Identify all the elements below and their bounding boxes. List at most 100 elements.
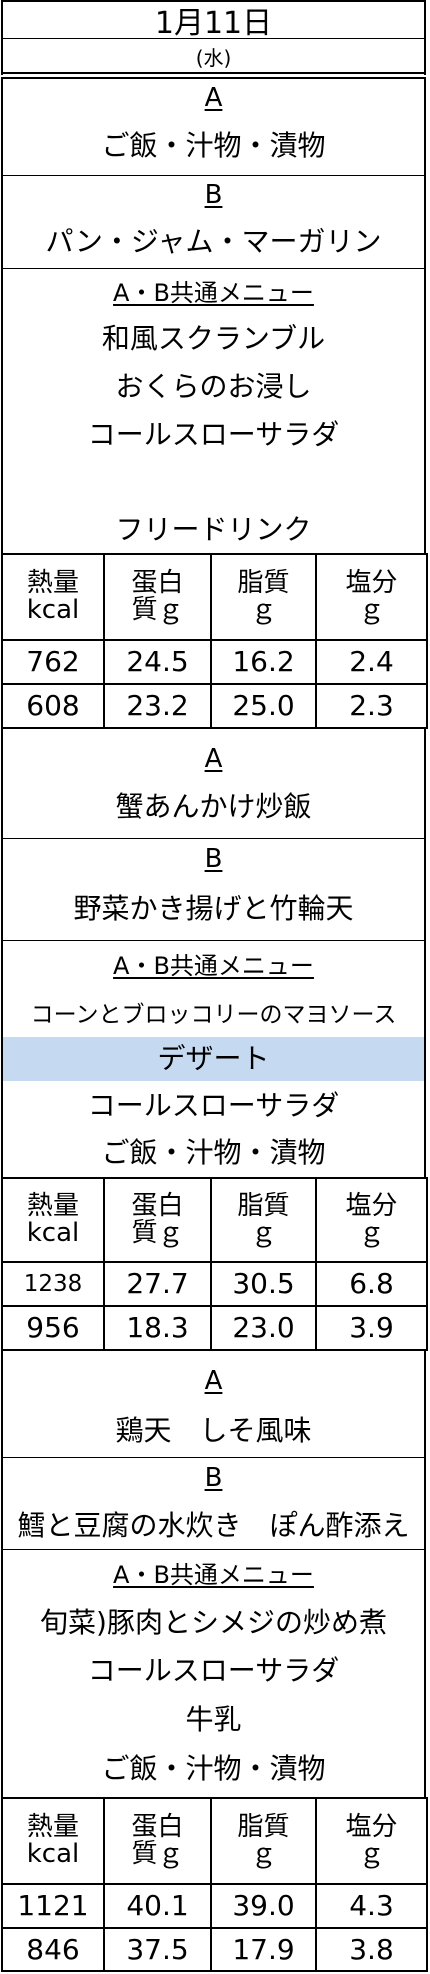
header-line: 脂質 xyxy=(237,1190,290,1221)
header-line: 脂質 xyxy=(237,1811,290,1842)
date-label: 1月11日 xyxy=(154,6,273,41)
fat-header: 脂質 ｇ xyxy=(210,1177,317,1263)
header-line: 質ｇ xyxy=(131,1839,184,1869)
meal-2-nutrition-table: 熱量 kcal 蛋白 質ｇ 脂質 ｇ 塩分 ｇ 1238 27.7 30.5 6.8 9… xyxy=(1,1177,428,1351)
weekday-label: (水) xyxy=(195,45,232,70)
header-line: 塩分 xyxy=(345,567,398,598)
nutrition-row-b: 956 18.3 23.0 3.9 xyxy=(1,1305,428,1351)
header-line: 蛋白 xyxy=(131,567,184,598)
protein-value: 24.5 xyxy=(103,639,212,685)
fat-header: 脂質 ｇ xyxy=(210,1797,317,1885)
meal-2-common-item: ご飯・汁物・漬物 xyxy=(101,1136,326,1169)
meal-3-b-label: B xyxy=(204,1463,223,1493)
nutrition-header-row: 熱量 kcal 蛋白 質ｇ 脂質 ｇ 塩分 ｇ xyxy=(1,1797,428,1885)
header-line: ｇ xyxy=(250,1218,277,1248)
meal-1-common-item xyxy=(3,462,424,504)
meal-3-nutrition-table: 熱量 kcal 蛋白 質ｇ 脂質 ｇ 塩分 ｇ 1121 40.1 39.0 4.3 8… xyxy=(1,1797,428,1972)
header-line: 熱量 xyxy=(26,1190,79,1221)
salt-value: 2.3 xyxy=(315,683,428,729)
nutrition-header-row: 熱量 kcal 蛋白 質ｇ 脂質 ｇ 塩分 ｇ xyxy=(1,553,428,641)
meal-2-highlighted-item: デザート xyxy=(3,1037,424,1081)
menu-sheet: 1月11日 (水) A ご飯・汁物・漬物 B パン・ジャム・マーガリン A・B共… xyxy=(0,0,430,1974)
protein-value: 18.3 xyxy=(103,1305,212,1351)
energy-header: 熱量 kcal xyxy=(1,1177,105,1263)
fat-value: 39.0 xyxy=(210,1883,317,1929)
nutrition-row-a: 762 24.5 16.2 2.4 xyxy=(1,639,428,685)
meal-1-b-item: パン・ジャム・マーガリン xyxy=(45,225,382,258)
meal-3-common-label: A・B共通メニュー xyxy=(113,1560,314,1589)
salt-value: 6.8 xyxy=(315,1261,428,1307)
header-line: kcal xyxy=(26,595,80,625)
meal-1-common-item: おくらのお浸し xyxy=(115,370,312,403)
header-line: 質ｇ xyxy=(131,1218,184,1248)
meal-3-common-item: コールスローサラダ xyxy=(87,1654,340,1687)
meal-1-common-label: A・B共通メニュー xyxy=(113,278,314,307)
energy-value: 762 xyxy=(1,639,105,685)
salt-value: 4.3 xyxy=(315,1883,428,1929)
meal-2-b-item: 野菜かき揚げと竹輪天 xyxy=(73,892,354,925)
protein-value: 23.2 xyxy=(103,683,212,729)
energy-value: 1238 xyxy=(1,1261,105,1307)
meal-2-a-label: A xyxy=(204,744,223,774)
protein-value: 37.5 xyxy=(103,1927,212,1972)
meal-1-nutrition-table: 熱量 kcal 蛋白 質ｇ 脂質 ｇ 塩分 ｇ 762 24.5 16.2 2.4 60… xyxy=(1,553,428,729)
protein-header: 蛋白 質ｇ xyxy=(103,1177,212,1263)
meal-3-common-item: ご飯・汁物・漬物 xyxy=(101,1752,326,1785)
header-line: kcal xyxy=(26,1218,80,1248)
header-line: kcal xyxy=(26,1839,80,1869)
nutrition-row-b: 608 23.2 25.0 2.3 xyxy=(1,683,428,729)
salt-header: 塩分 ｇ xyxy=(315,1797,428,1885)
header-line: ｇ xyxy=(358,1839,385,1869)
fat-value: 23.0 xyxy=(210,1305,317,1351)
header-line: 蛋白 xyxy=(131,1811,184,1842)
nutrition-row-a: 1238 27.7 30.5 6.8 xyxy=(1,1261,428,1307)
header-line: 質ｇ xyxy=(131,595,184,625)
header-line: 熱量 xyxy=(26,567,79,598)
salt-header: 塩分 ｇ xyxy=(315,553,428,641)
energy-value: 846 xyxy=(1,1927,105,1972)
header-line: 脂質 xyxy=(237,567,290,598)
meal-3-common-item: 牛乳 xyxy=(185,1703,242,1736)
meal-2-b-label: B xyxy=(204,844,223,874)
nutrition-row-b: 846 37.5 17.9 3.8 xyxy=(1,1927,428,1972)
salt-value: 3.8 xyxy=(315,1927,428,1972)
energy-header: 熱量 kcal xyxy=(1,553,105,641)
header-line: 塩分 xyxy=(345,1811,398,1842)
fat-value: 16.2 xyxy=(210,639,317,685)
meal-2-common-item: コーンとブロッコリーのマヨソース xyxy=(30,1002,397,1028)
meal-1-a-item: ご飯・汁物・漬物 xyxy=(101,129,326,162)
protein-value: 27.7 xyxy=(103,1261,212,1307)
nutrition-row-a: 1121 40.1 39.0 4.3 xyxy=(1,1883,428,1929)
header-line: ｇ xyxy=(358,595,385,625)
header-line: ｇ xyxy=(250,1839,277,1869)
meal-1-b-label: B xyxy=(204,180,223,210)
energy-value: 1121 xyxy=(1,1883,105,1929)
salt-value: 3.9 xyxy=(315,1305,428,1351)
meal-3-a-label: A xyxy=(204,1366,223,1396)
meal-1-common-item: 和風スクランブル xyxy=(101,322,326,355)
divider xyxy=(1,1349,426,1351)
meal-1-common-item: コールスローサラダ xyxy=(87,418,340,451)
meal-3-common-item: 旬菜)豚肉とシメジの炒め煮 xyxy=(40,1606,387,1639)
fat-value: 30.5 xyxy=(210,1261,317,1307)
energy-value: 956 xyxy=(1,1305,105,1351)
energy-value: 608 xyxy=(1,683,105,729)
header-line: 蛋白 xyxy=(131,1190,184,1221)
header-line: 塩分 xyxy=(345,1190,398,1221)
fat-header: 脂質 ｇ xyxy=(210,553,317,641)
salt-header: 塩分 ｇ xyxy=(315,1177,428,1263)
header-line: 熱量 xyxy=(26,1811,79,1842)
meal-2-common-label: A・B共通メニュー xyxy=(113,951,314,980)
meal-1-common-item: フリードリンク xyxy=(115,513,312,546)
meal-1-a-label: A xyxy=(204,83,223,113)
meal-3-b-item: 鱈と豆腐の水炊き ぽん酢添え xyxy=(17,1509,410,1542)
divider xyxy=(1,727,426,729)
protein-header: 蛋白 質ｇ xyxy=(103,553,212,641)
meal-2-common-item: コールスローサラダ xyxy=(87,1089,340,1122)
salt-value: 2.4 xyxy=(315,639,428,685)
header-line: ｇ xyxy=(250,595,277,625)
nutrition-header-row: 熱量 kcal 蛋白 質ｇ 脂質 ｇ 塩分 ｇ xyxy=(1,1177,428,1263)
protein-header: 蛋白 質ｇ xyxy=(103,1797,212,1885)
fat-value: 25.0 xyxy=(210,683,317,729)
protein-value: 40.1 xyxy=(103,1883,212,1929)
